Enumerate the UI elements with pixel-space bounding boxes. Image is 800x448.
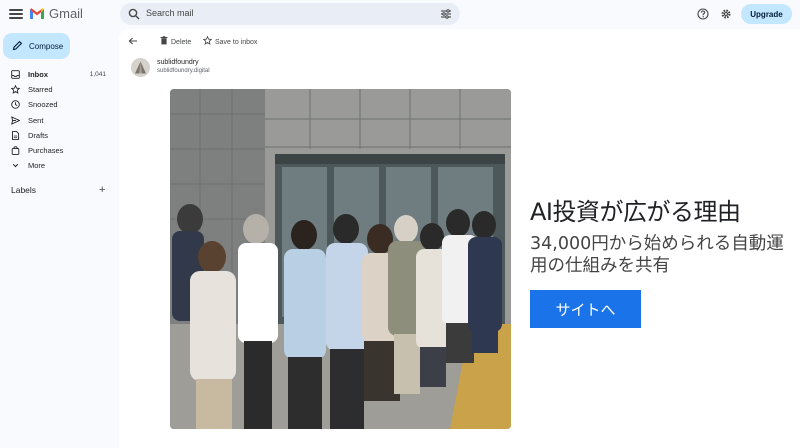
- search-input[interactable]: Search mail: [146, 8, 194, 18]
- draft-icon: [12, 130, 20, 140]
- gmail-logo-icon: [30, 8, 44, 19]
- search-options-icon[interactable]: [440, 8, 452, 20]
- star-outline-icon: [202, 35, 213, 45]
- sidebar-item-drafts[interactable]: Drafts: [0, 128, 116, 143]
- visit-site-button[interactable]: サイトへ: [530, 290, 641, 328]
- sidebar-nav: Inbox 1,041 Starred Snoozed Sent Drafts …: [0, 67, 116, 173]
- delete-label: Delete: [171, 39, 192, 46]
- upgrade-button[interactable]: Upgrade: [741, 4, 792, 24]
- chevron-down-icon: [12, 163, 19, 168]
- labels-heading: Labels: [11, 185, 37, 195]
- sidebar-item-label: Purchases: [28, 145, 64, 155]
- main-menu-icon[interactable]: [9, 7, 23, 21]
- save-to-inbox-label: Save to inbox: [215, 39, 258, 46]
- sidebar-item-inbox[interactable]: Inbox 1,041: [0, 67, 116, 82]
- sidebar-item-label: Inbox: [28, 70, 48, 79]
- help-icon[interactable]: [697, 8, 709, 20]
- add-label-icon[interactable]: +: [99, 184, 105, 196]
- sidebar-item-label: Sent: [28, 115, 44, 125]
- avatar: [131, 58, 150, 77]
- sender-name: sublidfoundry: [157, 59, 199, 66]
- sidebar-item-purchases[interactable]: Purchases: [0, 143, 116, 158]
- delete-button[interactable]: Delete: [160, 36, 191, 46]
- message-pane: Delete Save to inbox sublidfoundry subli…: [119, 29, 800, 448]
- search-icon[interactable]: [128, 8, 140, 20]
- gear-icon[interactable]: [720, 8, 732, 20]
- sidebar-item-label: Drafts: [28, 130, 49, 140]
- sidebar-item-label: More: [28, 161, 46, 171]
- sidebar-item-label: Snoozed: [28, 100, 58, 110]
- pencil-icon: [12, 40, 23, 51]
- sidebar-item-more[interactable]: More: [0, 158, 116, 173]
- bag-icon: [11, 146, 20, 155]
- trash-icon: [160, 36, 168, 45]
- compose-button[interactable]: Compose: [3, 33, 70, 59]
- star-icon: [11, 85, 20, 95]
- promo-photo: [170, 89, 511, 429]
- sidebar-item-sent[interactable]: Sent: [0, 113, 116, 128]
- back-arrow-icon[interactable]: [128, 36, 138, 46]
- compose-label: Compose: [29, 42, 64, 51]
- send-icon: [11, 115, 20, 125]
- promo-headline: AI投資が広がる理由: [530, 198, 741, 226]
- sidebar-item-snoozed[interactable]: Snoozed: [0, 97, 116, 112]
- sidebar-item-label: Starred: [28, 85, 53, 95]
- search-bar[interactable]: Search mail: [120, 3, 460, 25]
- save-to-inbox-button[interactable]: Save to inbox: [202, 35, 258, 46]
- clock-icon: [11, 100, 20, 110]
- sidebar-item-starred[interactable]: Starred: [0, 82, 116, 97]
- promo-subline: 34,000円から始められる自動運用の仕組みを共有: [530, 234, 784, 276]
- app-name: Gmail: [49, 6, 83, 21]
- sender-email: sublidfoundry.digital: [157, 68, 210, 74]
- top-bar: Gmail Search mail Upgrade: [0, 0, 800, 29]
- inbox-icon: [11, 70, 20, 79]
- inbox-count: 1,041: [89, 71, 106, 78]
